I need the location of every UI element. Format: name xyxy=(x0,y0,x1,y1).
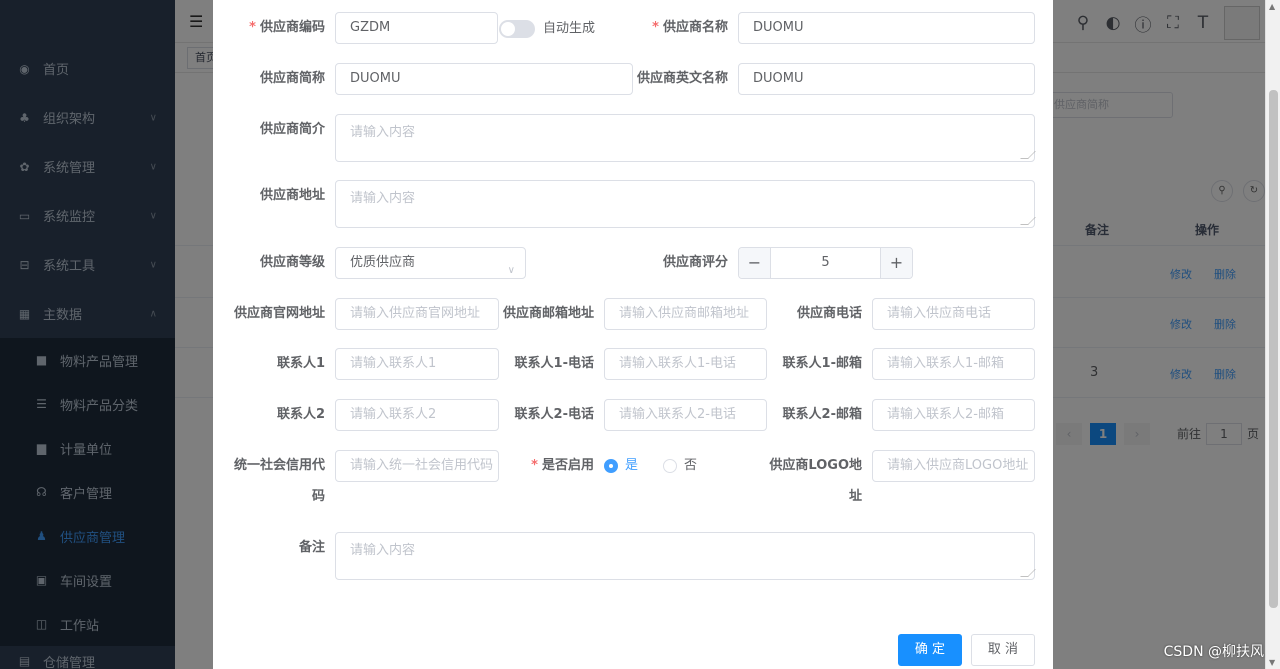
contact1-phone-input[interactable]: 请输入联系人1-电话 xyxy=(604,348,767,380)
contact1-phone-label: 联系人1-电话 xyxy=(514,356,594,371)
resize-grip-icon[interactable] xyxy=(1020,569,1036,577)
supplier-score-stepper[interactable]: − 5 + xyxy=(738,247,913,279)
logo-url-label-line2: 址 xyxy=(848,489,862,504)
minus-button[interactable]: − xyxy=(739,248,771,278)
cancel-button[interactable]: 取 消 xyxy=(971,634,1035,666)
radio-no-label[interactable]: 否 xyxy=(684,450,697,482)
remark-label: 备注 xyxy=(298,540,325,555)
supplier-phone-label: 供应商电话 xyxy=(796,306,862,321)
enabled-label: 是否启用 xyxy=(499,450,594,482)
contact2-email-input[interactable]: 请输入联系人2-邮箱 xyxy=(872,399,1035,431)
contact1-email-label: 联系人1-邮箱 xyxy=(782,356,862,371)
contact2-phone-input[interactable]: 请输入联系人2-电话 xyxy=(604,399,767,431)
supplier-short-name-label: 供应商简称 xyxy=(259,71,325,86)
chevron-down-icon: ∨ xyxy=(507,265,515,276)
contact2-email-label: 联系人2-邮箱 xyxy=(782,407,862,422)
contact2-phone-label: 联系人2-电话 xyxy=(514,407,594,422)
supplier-score-label: 供应商评分 xyxy=(662,255,728,270)
contact1-email-input[interactable]: 请输入联系人1-邮箱 xyxy=(872,348,1035,380)
supplier-level-label: 供应商等级 xyxy=(259,255,325,270)
auto-generate-label: 自动生成 xyxy=(543,21,596,36)
supplier-code-input[interactable]: GZDM xyxy=(335,12,498,44)
credit-code-input[interactable]: 请输入统一社会信用代码 xyxy=(335,450,499,482)
supplier-name-input[interactable]: DUOMU xyxy=(738,12,1035,44)
stepper-value[interactable]: 5 xyxy=(771,248,880,278)
select-value: 优质供应商 xyxy=(350,255,416,270)
supplier-phone-input[interactable]: 请输入供应商电话 xyxy=(872,298,1035,330)
resize-grip-icon[interactable] xyxy=(1020,217,1036,225)
scroll-down-icon[interactable]: ▼ xyxy=(1269,658,1275,667)
contact2-label: 联系人2 xyxy=(276,407,325,422)
logo-url-label: 供应商LOGO地 xyxy=(769,458,862,473)
resize-grip-icon[interactable] xyxy=(1020,151,1036,159)
confirm-button[interactable]: 确 定 xyxy=(898,634,962,666)
supplier-intro-textarea[interactable]: 请输入内容 xyxy=(335,114,1036,162)
textarea-placeholder: 请输入内容 xyxy=(350,191,416,206)
supplier-intro-label: 供应商简介 xyxy=(259,122,325,137)
credit-code-label-line2: 码 xyxy=(311,489,325,504)
radio-yes[interactable] xyxy=(604,459,618,473)
scroll-up-icon[interactable]: ▲ xyxy=(1269,2,1275,11)
remark-textarea[interactable]: 请输入内容 xyxy=(335,532,1036,580)
auto-generate-switch[interactable] xyxy=(499,20,535,38)
credit-code-label: 统一社会信用代 xyxy=(233,458,325,473)
supplier-en-name-label: 供应商英文名称 xyxy=(636,71,728,86)
radio-yes-label[interactable]: 是 xyxy=(625,450,638,482)
plus-button[interactable]: + xyxy=(880,248,912,278)
radio-no[interactable] xyxy=(663,459,677,473)
contact2-input[interactable]: 请输入联系人2 xyxy=(335,399,499,431)
supplier-dialog: 供应商编码 GZDM 自动生成 供应商名称 DUOMU 供应商简称 DUOMU … xyxy=(213,0,1053,669)
supplier-short-name-input[interactable]: DUOMU xyxy=(335,63,633,95)
logo-url-input[interactable]: 请输入供应商LOGO地址 xyxy=(872,450,1035,482)
watermark: CSDN @柳扶风 xyxy=(1163,644,1264,660)
supplier-website-label: 供应商官网地址 xyxy=(233,306,325,321)
supplier-name-label: 供应商名称 xyxy=(633,12,728,44)
supplier-website-input[interactable]: 请输入供应商官网地址 xyxy=(335,298,499,330)
supplier-level-select[interactable]: 优质供应商 ∨ xyxy=(335,247,526,279)
supplier-email-label: 供应商邮箱地址 xyxy=(502,306,594,321)
supplier-code-label: 供应商编码 xyxy=(237,12,325,44)
textarea-placeholder: 请输入内容 xyxy=(350,543,416,558)
contact1-label: 联系人1 xyxy=(276,356,325,371)
supplier-address-textarea[interactable]: 请输入内容 xyxy=(335,180,1036,228)
supplier-email-input[interactable]: 请输入供应商邮箱地址 xyxy=(604,298,767,330)
page-scrollbar[interactable]: ▲ ▼ xyxy=(1265,0,1280,669)
scrollbar-thumb[interactable] xyxy=(1269,90,1278,608)
contact1-input[interactable]: 请输入联系人1 xyxy=(335,348,499,380)
textarea-placeholder: 请输入内容 xyxy=(350,125,416,140)
supplier-en-name-input[interactable]: DUOMU xyxy=(738,63,1035,95)
supplier-address-label: 供应商地址 xyxy=(259,188,325,203)
